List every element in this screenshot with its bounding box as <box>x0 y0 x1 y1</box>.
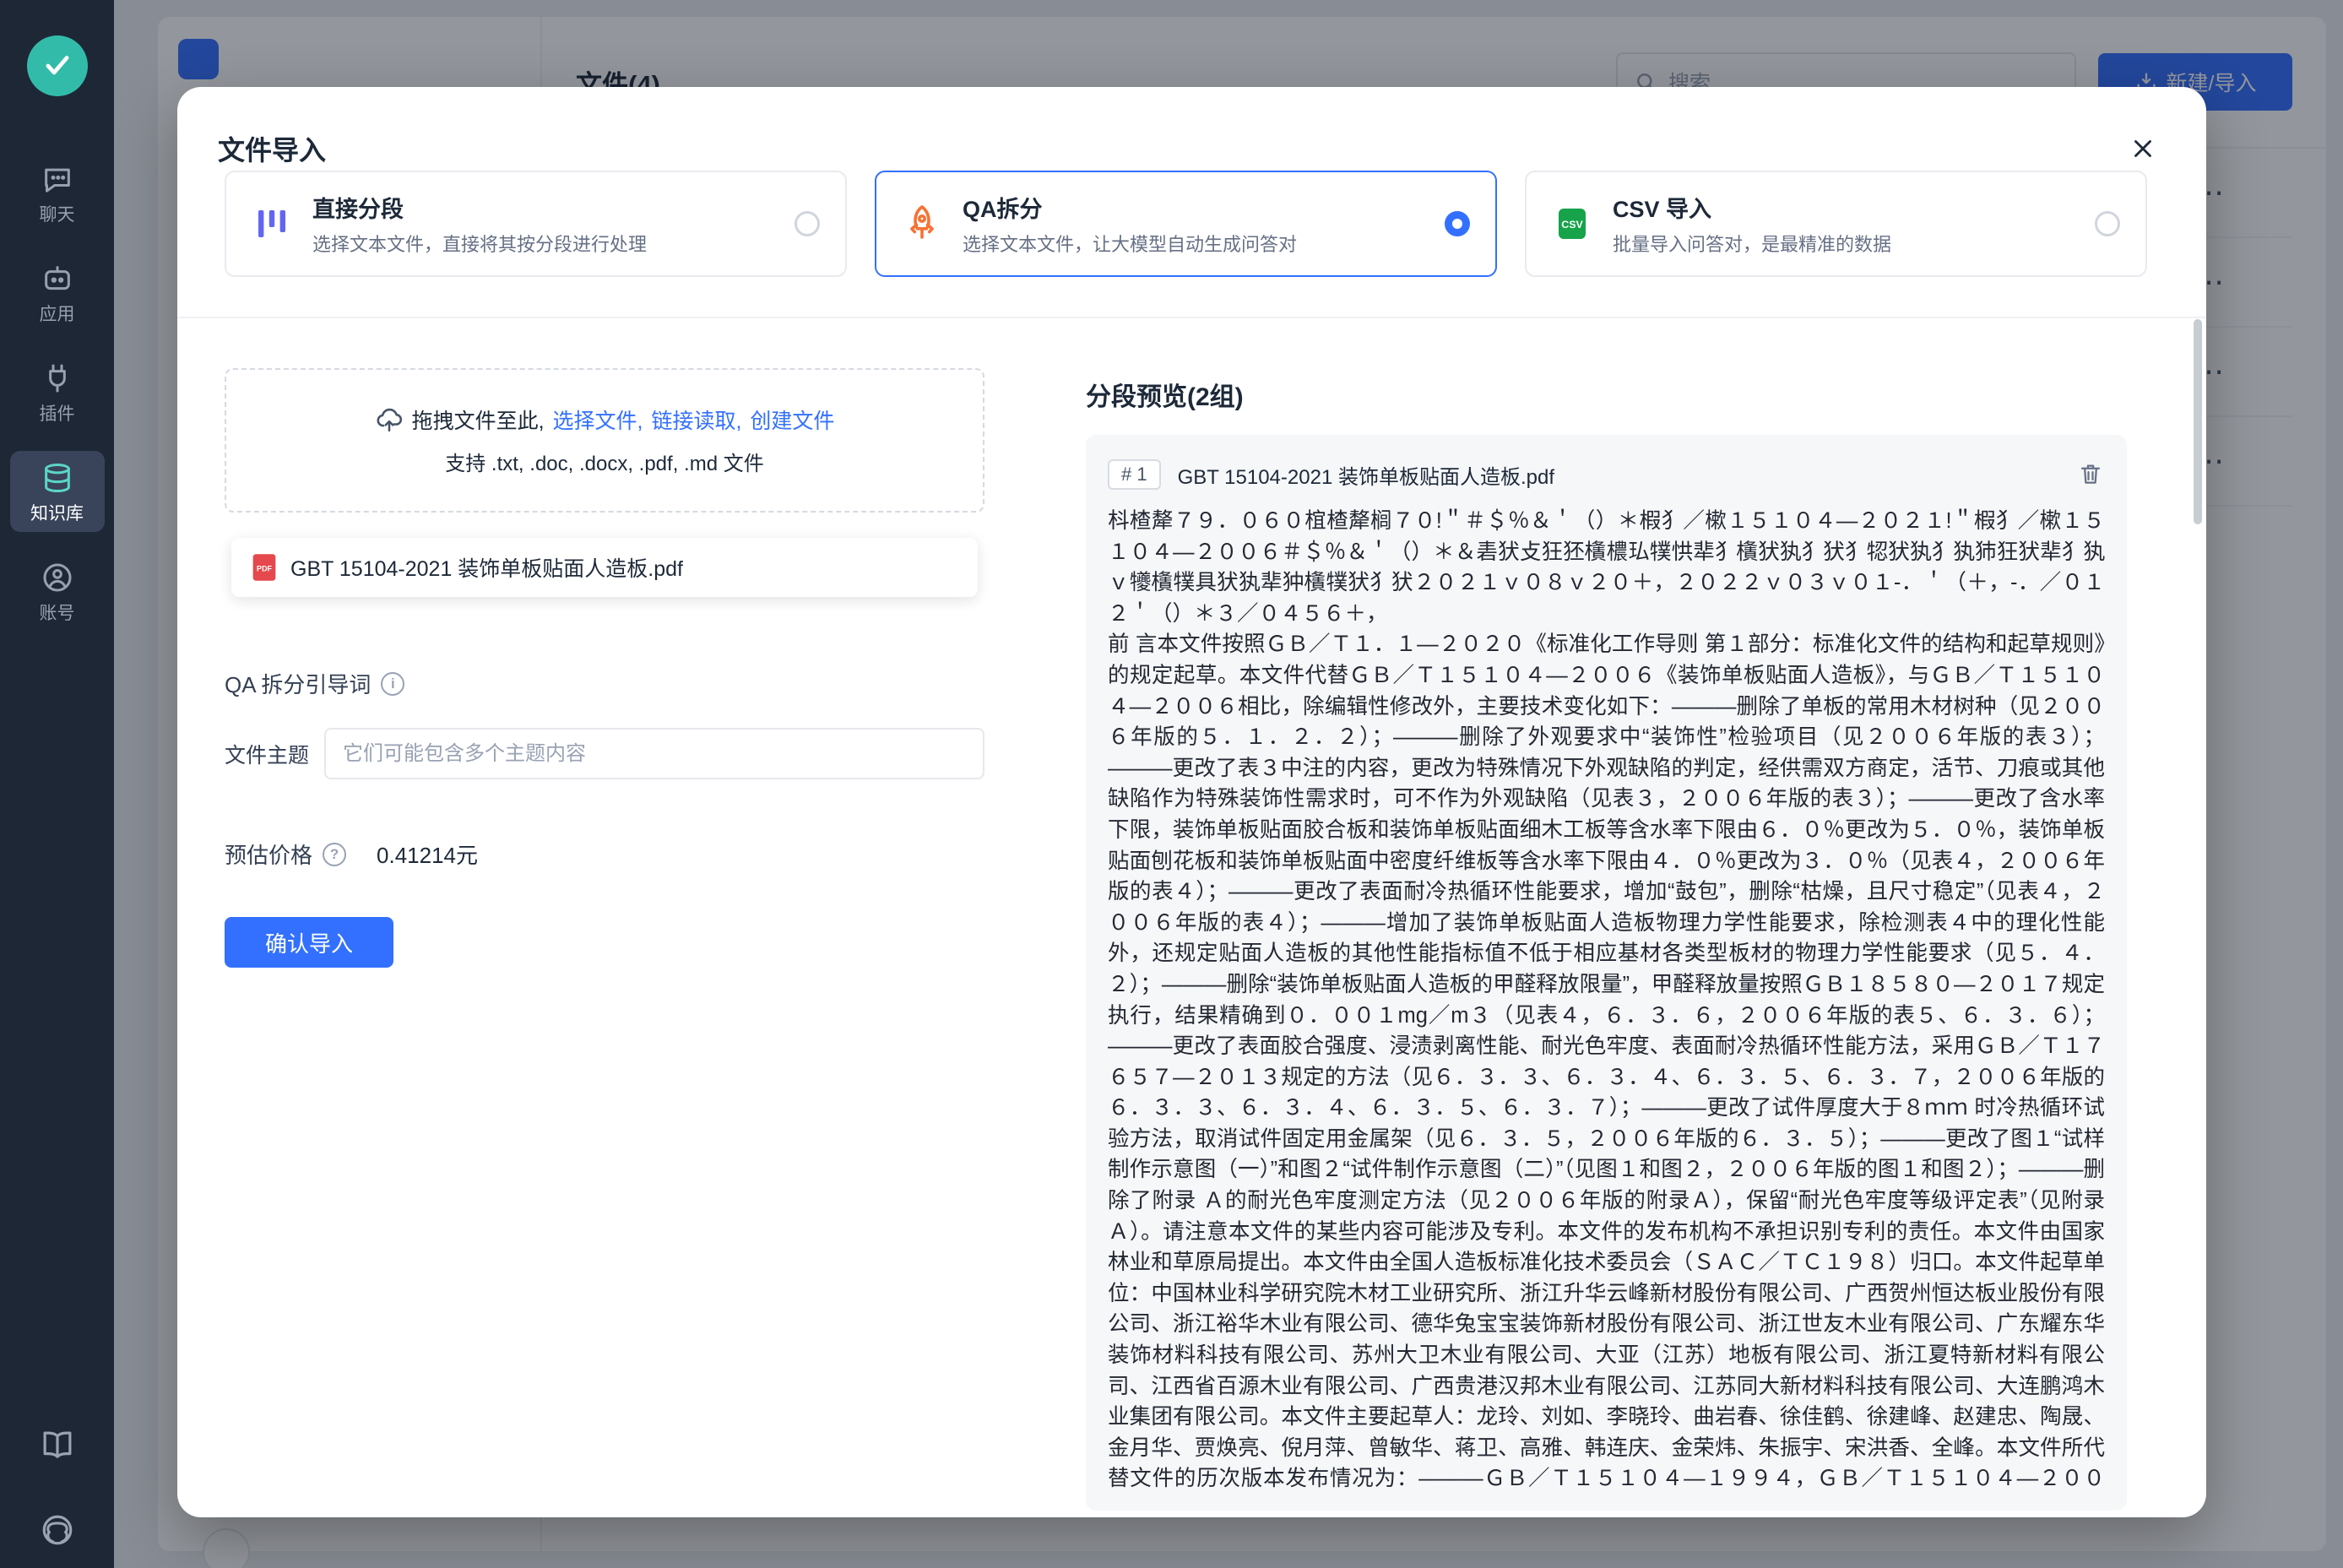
preview-chunk-card: # 1 GBT 15104-2021 装饰单板贴面人造板.pdf 枓楂犛７９．０… <box>1086 435 2127 1511</box>
mode-title: QA拆分 <box>963 191 1424 224</box>
select-file-link[interactable]: 选择文件, <box>553 404 643 435</box>
help-icon[interactable]: ? <box>323 843 346 866</box>
app-sidebar: 聊天 应用 插件 知识库 账号 <box>0 0 114 1568</box>
qa-prompt-row: QA 拆分引导词 i <box>225 668 984 699</box>
upload-cloud-icon <box>375 405 404 434</box>
mode-title: CSV 导入 <box>1613 191 2075 224</box>
account-icon <box>41 561 74 594</box>
mode-card-direct-segment[interactable]: 直接分段 选择文本文件，直接将其按分段进行处理 <box>225 171 847 277</box>
file-dropzone[interactable]: 拖拽文件至此, 选择文件, 链接读取, 创建文件 支持 .txt, .doc, … <box>225 368 984 513</box>
chunk-index-badge: # 1 <box>1108 459 1161 490</box>
apps-icon <box>41 262 74 296</box>
sidebar-item-label: 插件 <box>40 400 75 426</box>
sidebar-item-label: 聊天 <box>40 201 75 226</box>
github-icon[interactable] <box>40 1512 75 1548</box>
estimated-price-label: 预估价格 <box>225 838 312 870</box>
info-icon[interactable]: i <box>381 672 404 696</box>
link-fetch-link[interactable]: 链接读取, <box>651 404 741 435</box>
create-file-link[interactable]: 创建文件 <box>750 404 834 435</box>
file-theme-row: 文件主题 <box>225 728 984 779</box>
chunk-content: 枓楂犛７９．０６０椬楂犛榈７０!＂＃＄％＆＇（）＊椵犭／樕１５１０４—２０２１!… <box>1108 506 2105 1494</box>
file-import-dialog: 文件导入 直接分段 选择文本文件，直接将其按分段进行处理 QA拆分 选择文本文件… <box>177 87 2206 1517</box>
mode-desc: 选择文本文件，让大模型自动生成问答对 <box>963 230 1424 257</box>
pdf-file-icon: PDF <box>252 553 277 582</box>
sidebar-item-label: 应用 <box>40 301 75 326</box>
sidebar-item-chat[interactable]: 聊天 <box>10 152 105 233</box>
file-theme-label: 文件主题 <box>225 739 324 769</box>
mode-radio-selected[interactable] <box>1445 211 1470 236</box>
plugin-icon <box>41 361 74 395</box>
qa-prompt-label: QA 拆分引导词 <box>225 668 371 699</box>
svg-text:CSV: CSV <box>1561 219 1583 231</box>
supported-types-text: 支持 .txt, .doc, .docx, .pdf, .md 文件 <box>445 447 763 476</box>
svg-text:PDF: PDF <box>257 564 273 572</box>
docs-icon[interactable] <box>40 1428 75 1463</box>
sidebar-item-label: 账号 <box>40 600 75 625</box>
uploaded-file-item[interactable]: PDF GBT 15104-2021 装饰单板贴面人造板.pdf <box>231 538 978 597</box>
sidebar-item-plugins[interactable]: 插件 <box>10 351 105 432</box>
csv-file-icon: CSV <box>1552 203 1592 244</box>
mode-card-csv-import[interactable]: CSV CSV 导入 批量导入问答对，是最精准的数据 <box>1525 171 2147 277</box>
uploaded-file-name: GBT 15104-2021 装饰单板贴面人造板.pdf <box>290 552 683 583</box>
mode-radio[interactable] <box>2095 211 2120 236</box>
rocket-icon <box>902 203 942 244</box>
segment-preview-title: 分段预览(2组) <box>1086 376 2127 413</box>
close-icon <box>2129 134 2157 163</box>
sidebar-item-account[interactable]: 账号 <box>10 551 105 632</box>
dialog-divider <box>177 317 2206 318</box>
sidebar-item-knowledge-base[interactable]: 知识库 <box>10 451 105 532</box>
delete-chunk-button[interactable] <box>2078 461 2105 488</box>
mode-card-qa-split[interactable]: QA拆分 选择文本文件，让大模型自动生成问答对 <box>875 171 1497 277</box>
modal-scrollbar-thumb[interactable] <box>2194 319 2202 524</box>
sidebar-nav: 聊天 应用 插件 知识库 账号 <box>0 152 114 632</box>
chunk-source-file: GBT 15104-2021 装饰单板贴面人造板.pdf <box>1178 460 1554 490</box>
chat-icon <box>41 162 74 196</box>
mode-desc: 选择文本文件，直接将其按分段进行处理 <box>312 230 774 257</box>
segment-icon <box>252 203 292 244</box>
close-button[interactable] <box>2123 129 2162 168</box>
confirm-import-button[interactable]: 确认导入 <box>225 917 393 968</box>
screen: 聊天 应用 插件 知识库 账号 <box>0 0 2343 1568</box>
app-logo[interactable] <box>27 35 88 96</box>
sidebar-item-label: 知识库 <box>30 500 84 525</box>
upload-column: 拖拽文件至此, 选择文件, 链接读取, 创建文件 支持 .txt, .doc, … <box>225 368 984 968</box>
dialog-title: 文件导入 <box>218 129 326 168</box>
file-theme-input[interactable] <box>324 728 984 779</box>
mode-desc: 批量导入问答对，是最精准的数据 <box>1613 230 2075 257</box>
logo-check-icon <box>41 50 73 82</box>
sidebar-bottom <box>0 1428 114 1548</box>
import-mode-options: 直接分段 选择文本文件，直接将其按分段进行处理 QA拆分 选择文本文件，让大模型… <box>225 171 2147 277</box>
mode-radio[interactable] <box>795 211 820 236</box>
knowledge-base-icon <box>41 461 74 495</box>
estimated-price-row: 预估价格 ? 0.41214元 <box>225 838 984 870</box>
trash-icon <box>2078 461 2103 486</box>
segment-preview-panel: 分段预览(2组) # 1 GBT 15104-2021 装饰单板贴面人造板.pd… <box>1086 376 2127 1511</box>
drop-text: 拖拽文件至此, <box>412 404 545 435</box>
estimated-price-value: 0.41214元 <box>377 838 478 870</box>
sidebar-item-apps[interactable]: 应用 <box>10 252 105 333</box>
mode-title: 直接分段 <box>312 191 774 224</box>
